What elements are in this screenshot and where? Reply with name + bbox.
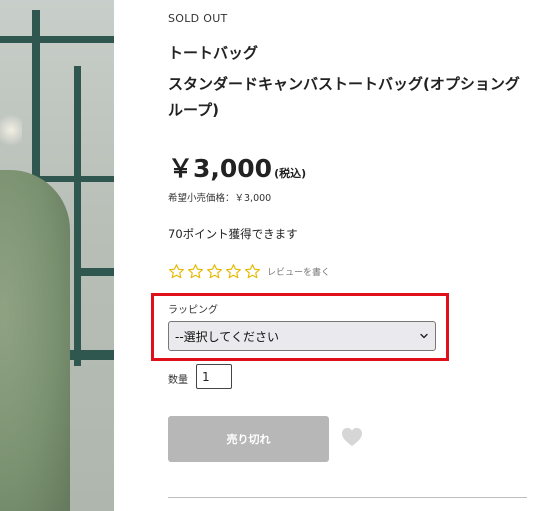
star-outline-icon — [226, 263, 241, 278]
star-outline-icon — [188, 263, 203, 278]
product-page: SOLD OUT トートバッグ スタンダードキャンバストートバッグ(オプショング… — [0, 0, 537, 511]
heart-icon[interactable] — [341, 427, 363, 447]
star-outline-icon — [169, 263, 184, 278]
chevron-down-icon — [420, 333, 428, 339]
msrp-price: 希望小売価格：￥3,000 — [168, 193, 272, 204]
window-latch — [78, 268, 114, 276]
wrapping-label: ラッピング — [168, 305, 218, 316]
product-title: スタンダードキャンバストートバッグ(オプショングループ) — [168, 75, 520, 119]
quantity-label: 数量 — [168, 375, 188, 386]
tax-note: (税込) — [274, 167, 307, 180]
price: ￥3,000 (税込) — [168, 149, 306, 185]
star-outline-icon — [207, 263, 222, 278]
points-note: 70ポイント獲得できます — [168, 227, 298, 241]
soldout-badge: SOLD OUT — [168, 12, 228, 25]
window-frame-horizontal — [0, 36, 114, 43]
window-frame-vertical-2 — [74, 66, 81, 366]
product-category: トートバッグ — [168, 44, 259, 62]
quantity-input[interactable]: 1 — [196, 364, 232, 389]
review-row: レビューを書く — [168, 262, 330, 280]
write-review-link[interactable]: レビューを書く — [267, 265, 330, 278]
price-value: ￥3,000 — [168, 154, 273, 183]
soldout-button[interactable]: 売り切れ — [168, 416, 329, 462]
tote-bag-shape — [0, 170, 70, 511]
product-image — [0, 0, 114, 511]
section-divider — [168, 497, 527, 498]
wrapping-select-value: --選択してください — [175, 329, 279, 344]
window-light — [0, 110, 22, 150]
wrapping-select[interactable]: --選択してください — [168, 321, 436, 351]
star-outline-icon — [245, 263, 260, 278]
